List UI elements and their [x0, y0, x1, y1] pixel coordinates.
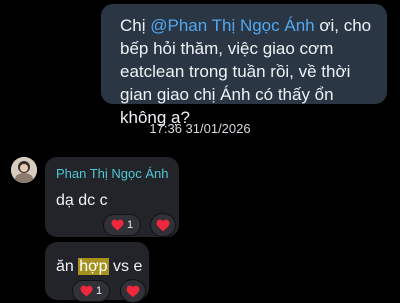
message-text-after: vs e	[108, 258, 143, 275]
outgoing-message-text-before: Chị	[120, 16, 151, 35]
incoming-message-text: ăn hợp vs e	[56, 258, 142, 276]
reaction-badge[interactable]: 1	[103, 214, 142, 236]
reaction-count: 1	[96, 285, 103, 297]
reaction-count: 1	[127, 219, 134, 231]
outgoing-message-bubble[interactable]: Chị @Phan Thị Ngọc Ánh ơi, cho bếp hỏi t…	[101, 4, 387, 127]
message-timestamp: 17:36 31/01/2026	[149, 121, 251, 136]
add-reaction-button[interactable]	[120, 279, 146, 303]
avatar-image	[11, 157, 37, 183]
incoming-message-text: dạ dc c	[56, 192, 108, 209]
highlighted-word: hợp	[78, 258, 109, 275]
sender-name[interactable]: Phan Thị Ngọc Ánh	[56, 166, 169, 181]
reaction-badge[interactable]: 1	[72, 280, 111, 302]
avatar[interactable]	[11, 157, 37, 183]
heart-icon	[156, 219, 170, 231]
heart-icon	[80, 285, 93, 297]
mention-link[interactable]: @Phan Thị Ngọc Ánh	[150, 16, 314, 35]
heart-icon	[126, 285, 140, 297]
message-text-before: ăn	[56, 258, 79, 275]
add-reaction-button[interactable]	[150, 213, 176, 237]
heart-icon	[111, 219, 124, 231]
